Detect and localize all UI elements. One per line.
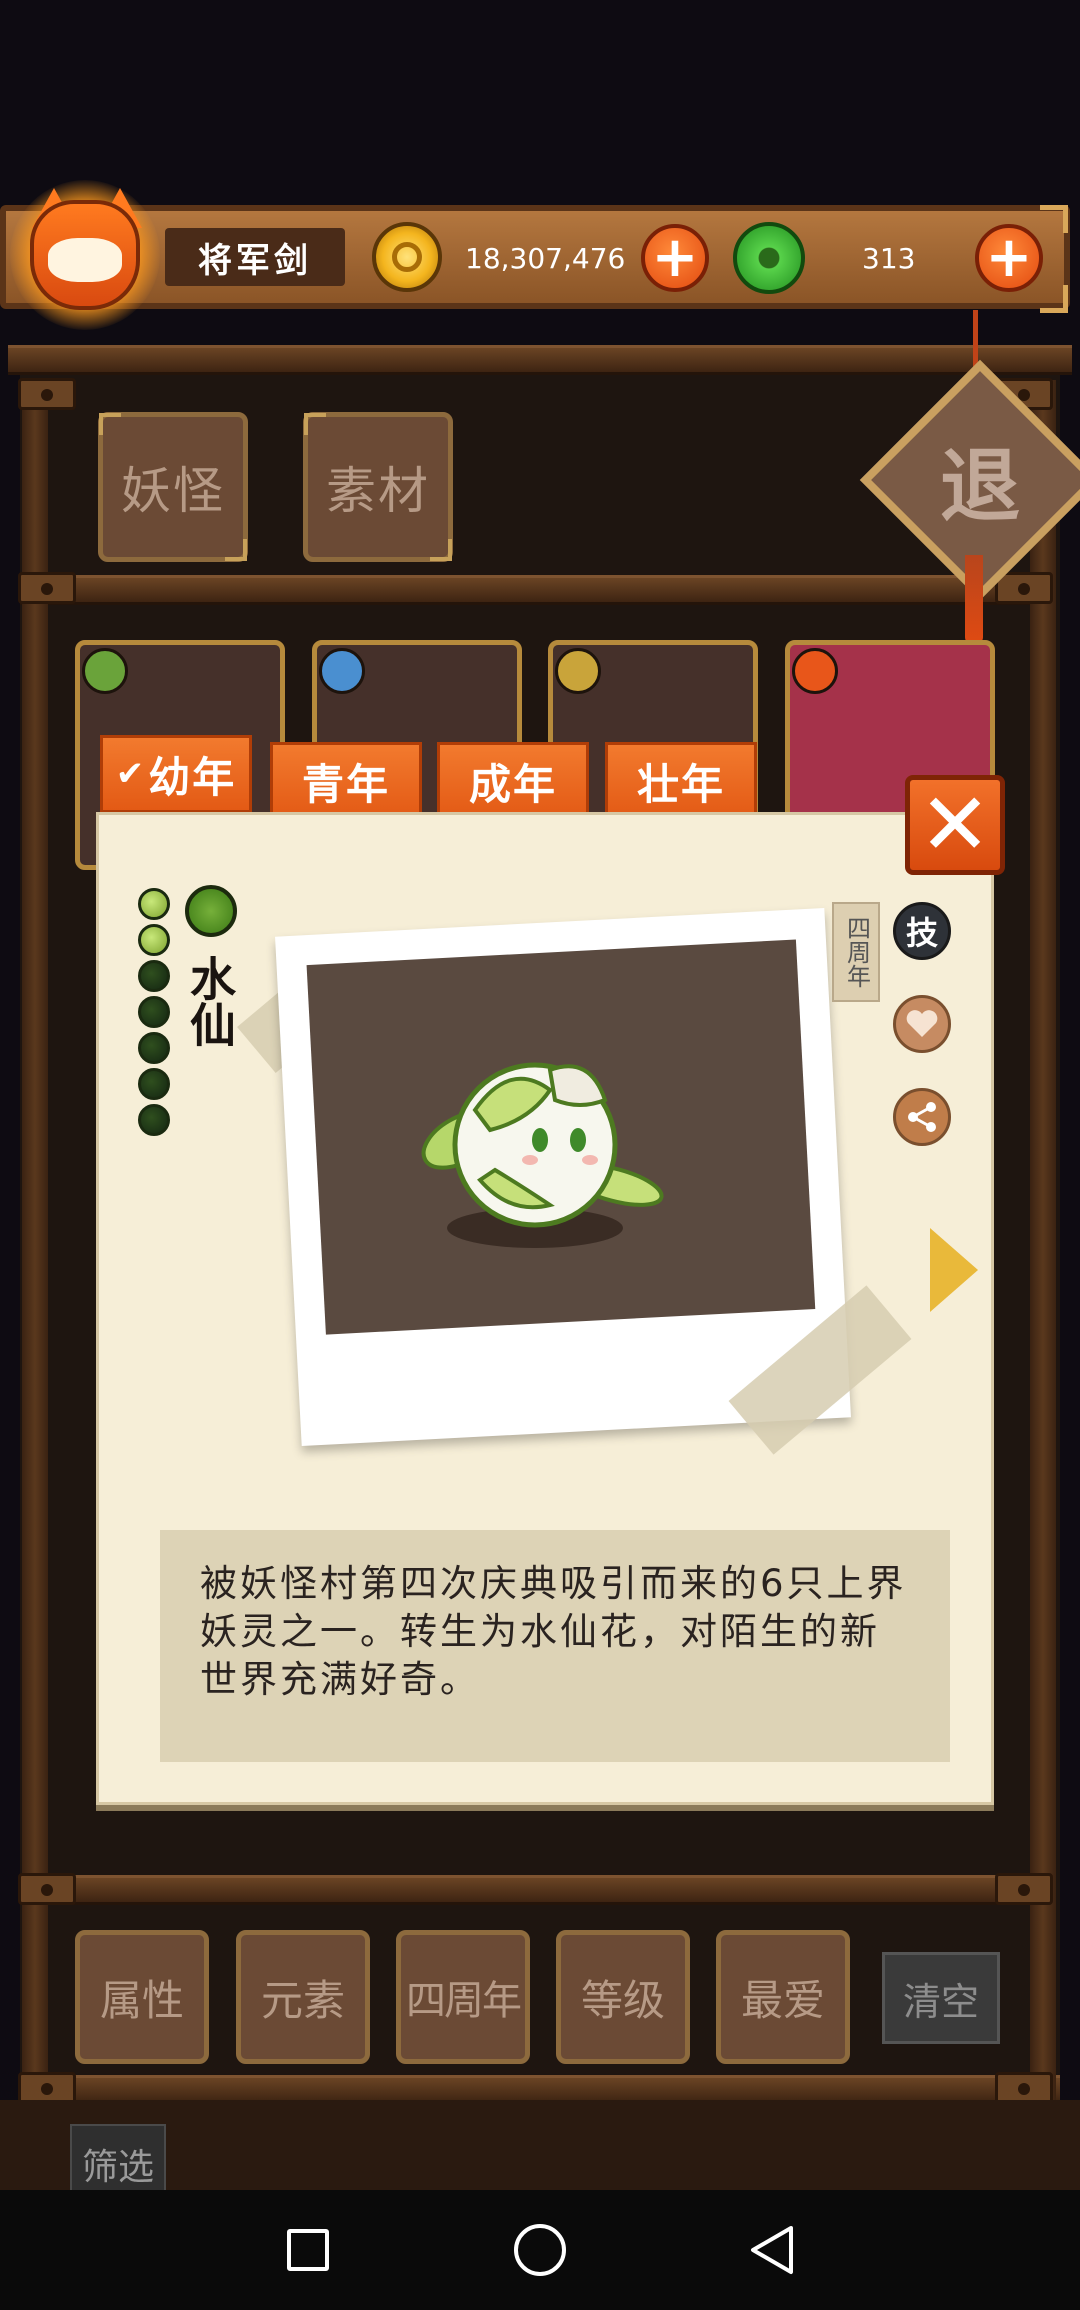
add-gold-button[interactable]: + bbox=[641, 224, 709, 292]
beam-bolt bbox=[995, 572, 1053, 604]
beam-bolt bbox=[18, 1873, 76, 1905]
shelf-post bbox=[1030, 380, 1056, 2100]
tab-label: 幼年 bbox=[148, 752, 237, 802]
back-icon[interactable] bbox=[747, 2224, 797, 2276]
tab-materials[interactable]: 素材 bbox=[303, 412, 453, 562]
exit-button[interactable]: 退 bbox=[905, 420, 1055, 540]
earth-element-icon bbox=[555, 648, 601, 694]
share-icon bbox=[908, 1102, 936, 1132]
leaf-element-icon bbox=[185, 885, 237, 937]
jade-icon bbox=[733, 222, 805, 294]
filter-element-button[interactable]: 元素 bbox=[236, 1930, 370, 2064]
gold-coin-icon bbox=[372, 222, 442, 292]
shelf-beam bbox=[20, 575, 1050, 605]
add-jade-button[interactable]: + bbox=[975, 224, 1043, 292]
beam-bolt bbox=[18, 572, 76, 604]
fox-face-icon bbox=[48, 238, 122, 282]
next-arrow-button[interactable] bbox=[930, 1228, 978, 1312]
tab-age-child[interactable]: ✔ 幼年 bbox=[100, 735, 252, 813]
level-bead bbox=[138, 960, 170, 992]
filter-level-button[interactable]: 等级 bbox=[556, 1930, 690, 2064]
heart-icon bbox=[906, 1010, 938, 1037]
beam-bolt bbox=[995, 1873, 1053, 1905]
level-bead bbox=[138, 996, 170, 1028]
corner-decoration bbox=[1040, 285, 1068, 313]
home-icon[interactable] bbox=[514, 2224, 566, 2276]
tab-yokai[interactable]: 妖怪 bbox=[98, 412, 248, 562]
jade-amount: 313 bbox=[862, 241, 916, 275]
level-bead bbox=[138, 1104, 170, 1136]
level-bead bbox=[138, 924, 170, 956]
recent-apps-icon[interactable] bbox=[287, 2229, 329, 2271]
beam-bolt bbox=[18, 378, 76, 410]
tab-age-youth[interactable]: 青年 bbox=[270, 742, 422, 820]
level-bead bbox=[138, 888, 170, 920]
close-button[interactable]: ✕ bbox=[905, 775, 1005, 875]
clear-filter-button[interactable]: 清空 bbox=[882, 1952, 1000, 2044]
narcissus-sprite bbox=[421, 1062, 664, 1248]
check-icon: ✔ bbox=[115, 754, 147, 794]
tab-age-adult[interactable]: 成年 bbox=[437, 742, 589, 820]
water-element-icon bbox=[319, 648, 365, 694]
fire-element-icon bbox=[792, 648, 838, 694]
tab-age-prime[interactable]: 壮年 bbox=[605, 742, 757, 820]
tassel bbox=[965, 555, 983, 645]
leaf-element-icon bbox=[82, 648, 128, 694]
player-name[interactable]: 将军剑 bbox=[165, 228, 345, 286]
level-bead bbox=[138, 1068, 170, 1100]
anniversary-tag: 四周年 bbox=[832, 902, 880, 1002]
corner-decoration bbox=[1040, 205, 1068, 233]
favorite-heart-button[interactable] bbox=[893, 995, 951, 1053]
filter-favorite-button[interactable]: 最爱 bbox=[716, 1930, 850, 2064]
character-description: 被妖怪村第四次庆典吸引而来的6只上界妖灵之一。转生为水仙花，对陌生的新世界充满好… bbox=[160, 1530, 950, 1762]
character-name: 水仙 bbox=[183, 955, 237, 1047]
shelf-beam bbox=[8, 345, 1072, 375]
skill-button[interactable]: 技 bbox=[893, 902, 951, 960]
filter-anniversary-button[interactable]: 四周年 bbox=[396, 1930, 530, 2064]
shelf-post bbox=[22, 380, 48, 2100]
shelf-beam bbox=[20, 1875, 1050, 1905]
filter-attribute-button[interactable]: 属性 bbox=[75, 1930, 209, 2064]
level-bead bbox=[138, 1032, 170, 1064]
share-button[interactable] bbox=[893, 1088, 951, 1146]
